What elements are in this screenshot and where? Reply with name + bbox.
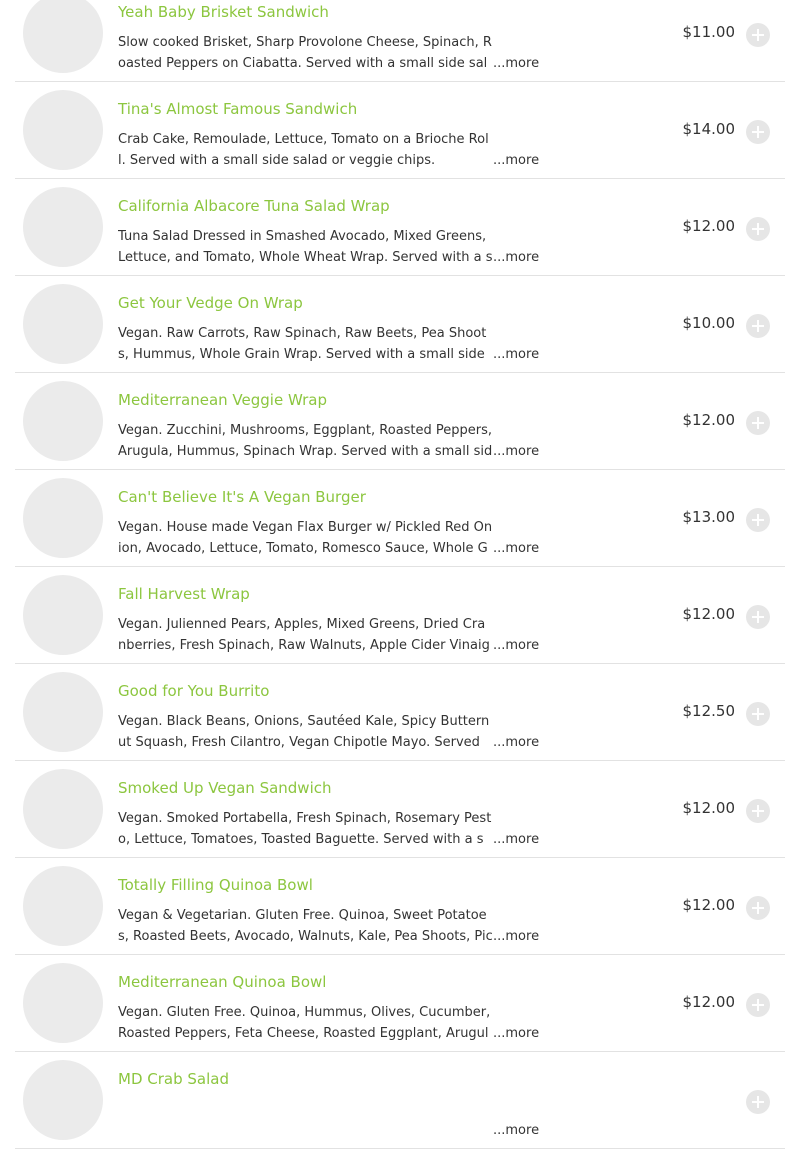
add-to-cart-button[interactable]: [746, 993, 770, 1017]
item-name[interactable]: Good for You Burrito: [118, 682, 269, 700]
more-link[interactable]: ...more: [492, 735, 540, 750]
add-to-cart-button[interactable]: [746, 605, 770, 629]
item-description: Tuna Salad Dressed in Smashed Avocado, M…: [118, 229, 493, 265]
item-name[interactable]: Smoked Up Vegan Sandwich: [118, 779, 332, 797]
menu-item[interactable]: Totally Filling Quinoa Bowl Vegan & Vege…: [15, 858, 785, 955]
item-name[interactable]: Mediterranean Veggie Wrap: [118, 391, 327, 409]
menu-item[interactable]: Smoked Up Vegan Sandwich Vegan. Smoked P…: [15, 761, 785, 858]
more-link[interactable]: ...more: [492, 347, 540, 362]
more-link[interactable]: ...more: [492, 832, 540, 847]
item-price: $11.00: [682, 23, 736, 41]
menu-item[interactable]: Tina's Almost Famous Sandwich Crab Cake,…: [15, 82, 785, 179]
item-thumbnail: [23, 0, 103, 73]
item-description: Vegan. Black Beans, Onions, Sautéed Kale…: [118, 714, 490, 750]
more-link[interactable]: ...more: [492, 250, 540, 265]
item-price: $12.00: [682, 217, 736, 235]
add-to-cart-button[interactable]: [746, 799, 770, 823]
item-price: $12.00: [682, 411, 736, 429]
more-link[interactable]: ...more: [492, 444, 540, 459]
add-to-cart-button[interactable]: [746, 411, 770, 435]
menu-item[interactable]: Fall Harvest Wrap Vegan. Julienned Pears…: [15, 567, 785, 664]
item-price: $12.00: [682, 799, 736, 817]
item-thumbnail: [23, 187, 103, 267]
item-description: [118, 1099, 493, 1141]
item-price: $12.00: [682, 896, 736, 914]
item-price: $12.00: [682, 605, 736, 623]
item-name[interactable]: Get Your Vedge On Wrap: [118, 294, 303, 312]
item-name[interactable]: Tina's Almost Famous Sandwich: [118, 100, 357, 118]
more-link[interactable]: ...more: [492, 153, 540, 168]
menu-item[interactable]: Can't Believe It's A Vegan Burger Vegan.…: [15, 470, 785, 567]
item-name[interactable]: California Albacore Tuna Salad Wrap: [118, 197, 390, 215]
item-thumbnail: [23, 381, 103, 461]
item-description: Vegan. Julienned Pears, Apples, Mixed Gr…: [118, 617, 490, 653]
more-link[interactable]: ...more: [492, 638, 540, 653]
item-description: Vegan. Zucchini, Mushrooms, Eggplant, Ro…: [118, 423, 493, 459]
more-link[interactable]: ...more: [492, 929, 540, 944]
item-price: $12.50: [682, 702, 736, 720]
add-to-cart-button[interactable]: [746, 508, 770, 532]
item-price: $10.00: [682, 314, 736, 332]
add-to-cart-button[interactable]: [746, 23, 770, 47]
more-link[interactable]: ...more: [492, 56, 540, 71]
more-link[interactable]: ...more: [492, 1123, 540, 1138]
item-name[interactable]: Yeah Baby Brisket Sandwich: [118, 3, 329, 21]
item-price: $13.00: [682, 508, 736, 526]
menu-item[interactable]: Good for You Burrito Vegan. Black Beans,…: [15, 664, 785, 761]
item-description: Vegan. House made Vegan Flax Burger w/ P…: [118, 520, 493, 556]
item-name[interactable]: Fall Harvest Wrap: [118, 585, 250, 603]
item-description: Vegan. Raw Carrots, Raw Spinach, Raw Bee…: [118, 326, 487, 362]
item-name[interactable]: MD Crab Salad: [118, 1070, 229, 1088]
add-to-cart-button[interactable]: [746, 1090, 770, 1114]
more-link[interactable]: ...more: [492, 541, 540, 556]
menu-item[interactable]: MD Crab Salad ...more: [15, 1052, 785, 1149]
item-name[interactable]: Totally Filling Quinoa Bowl: [118, 876, 313, 894]
item-description: Vegan. Smoked Portabella, Fresh Spinach,…: [118, 811, 492, 847]
item-thumbnail: [23, 90, 103, 170]
item-thumbnail: [23, 963, 103, 1043]
item-thumbnail: [23, 769, 103, 849]
item-name[interactable]: Mediterranean Quinoa Bowl: [118, 973, 326, 991]
item-price: $12.00: [682, 993, 736, 1011]
item-description: Crab Cake, Remoulade, Lettuce, Tomato on…: [118, 132, 489, 168]
menu-item[interactable]: California Albacore Tuna Salad Wrap Tuna…: [15, 179, 785, 276]
item-thumbnail: [23, 1060, 103, 1140]
add-to-cart-button[interactable]: [746, 120, 770, 144]
menu-item-list: Yeah Baby Brisket Sandwich Slow cooked B…: [15, 0, 785, 1149]
item-thumbnail: [23, 672, 103, 752]
menu-item[interactable]: Mediterranean Veggie Wrap Vegan. Zucchin…: [15, 373, 785, 470]
add-to-cart-button[interactable]: [746, 896, 770, 920]
more-link[interactable]: ...more: [492, 1026, 540, 1041]
add-to-cart-button[interactable]: [746, 702, 770, 726]
menu-item[interactable]: Mediterranean Quinoa Bowl Vegan. Gluten …: [15, 955, 785, 1052]
item-thumbnail: [23, 284, 103, 364]
item-price: $14.00: [682, 120, 736, 138]
add-to-cart-button[interactable]: [746, 314, 770, 338]
add-to-cart-button[interactable]: [746, 217, 770, 241]
item-description: Vegan & Vegetarian. Gluten Free. Quinoa,…: [118, 908, 493, 944]
item-name[interactable]: Can't Believe It's A Vegan Burger: [118, 488, 366, 506]
item-thumbnail: [23, 478, 103, 558]
menu-item[interactable]: Yeah Baby Brisket Sandwich Slow cooked B…: [15, 0, 785, 82]
item-description: Slow cooked Brisket, Sharp Provolone Che…: [118, 35, 492, 71]
item-thumbnail: [23, 575, 103, 655]
menu-item[interactable]: Get Your Vedge On Wrap Vegan. Raw Carrot…: [15, 276, 785, 373]
item-description: Vegan. Gluten Free. Quinoa, Hummus, Oliv…: [118, 1005, 491, 1041]
item-thumbnail: [23, 866, 103, 946]
